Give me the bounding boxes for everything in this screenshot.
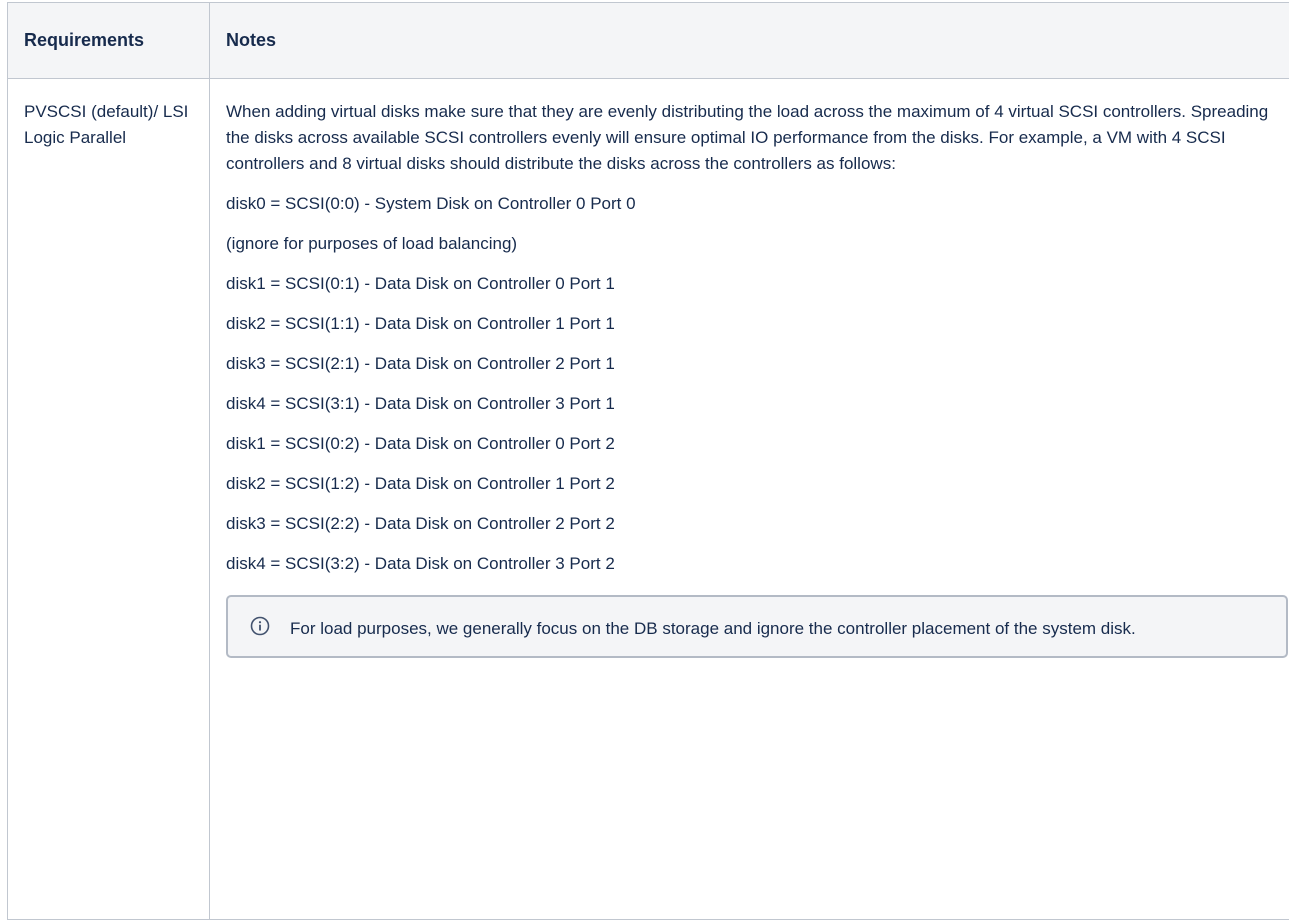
disk-line: disk4 = SCSI(3:2) - Data Disk on Control… (226, 551, 1281, 577)
table-header-row: Requirements Notes (8, 3, 1289, 79)
disk-line: disk2 = SCSI(1:1) - Data Disk on Control… (226, 311, 1281, 337)
disk-line: (ignore for purposes of load balancing) (226, 231, 1281, 257)
disk-line: disk2 = SCSI(1:2) - Data Disk on Control… (226, 471, 1281, 497)
callout-text: For load purposes, we generally focus on… (290, 615, 1226, 642)
requirement-cell: PVSCSI (default)/ LSI Logic Parallel (8, 79, 210, 920)
info-callout: For load purposes, we generally focus on… (226, 595, 1288, 658)
header-notes: Notes (210, 3, 1289, 79)
info-icon (250, 616, 270, 636)
disk-line: disk1 = SCSI(0:2) - Data Disk on Control… (226, 431, 1281, 457)
disk-line: disk4 = SCSI(3:1) - Data Disk on Control… (226, 391, 1281, 417)
notes-cell: When adding virtual disks make sure that… (210, 79, 1289, 920)
disk-line: disk3 = SCSI(2:2) - Data Disk on Control… (226, 511, 1281, 537)
notes-intro: When adding virtual disks make sure that… (226, 99, 1281, 177)
disk-line: disk3 = SCSI(2:1) - Data Disk on Control… (226, 351, 1281, 377)
requirements-table-container: Requirements Notes PVSCSI (default)/ LSI… (7, 2, 1289, 902)
header-requirements: Requirements (8, 3, 210, 79)
table-row: PVSCSI (default)/ LSI Logic Parallel Whe… (8, 79, 1289, 920)
disk-line: disk1 = SCSI(0:1) - Data Disk on Control… (226, 271, 1281, 297)
requirements-table: Requirements Notes PVSCSI (default)/ LSI… (7, 2, 1289, 920)
disk-line: disk0 = SCSI(0:0) - System Disk on Contr… (226, 191, 1281, 217)
